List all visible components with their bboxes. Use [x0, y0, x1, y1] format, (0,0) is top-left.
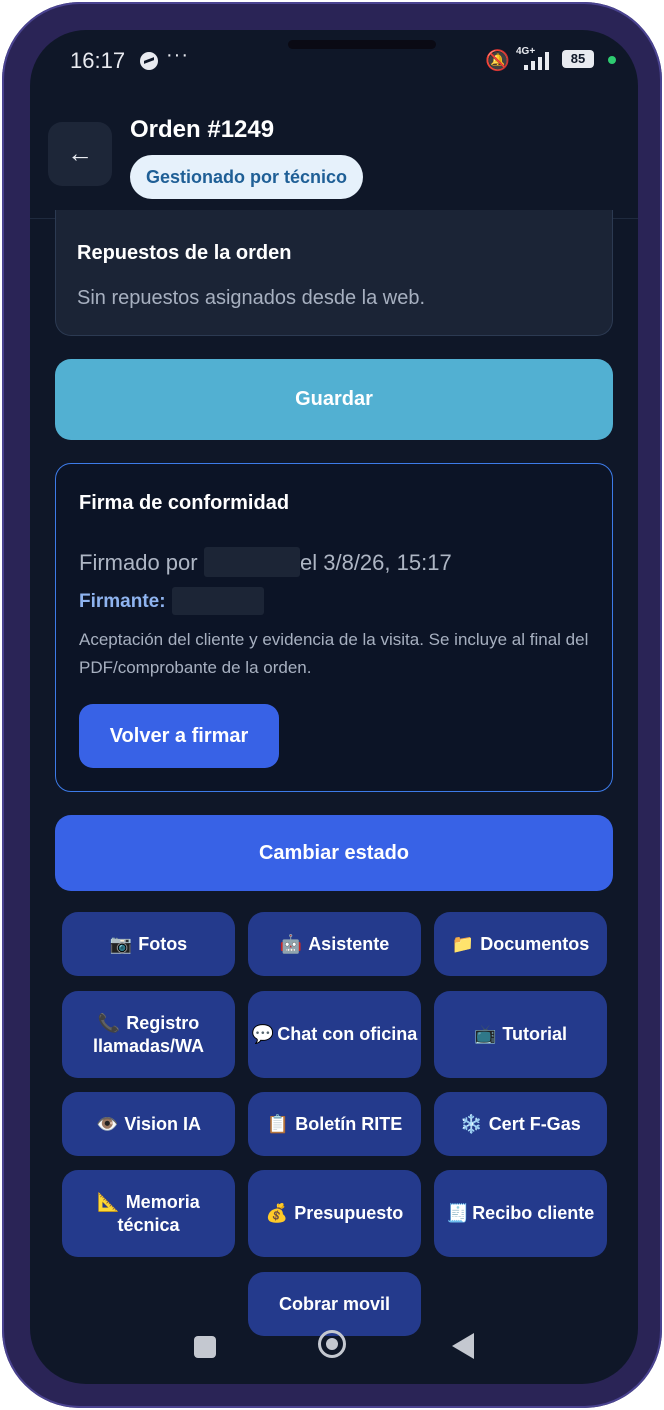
- robot-icon: 🤖: [279, 933, 303, 954]
- eye-icon: 👁️: [95, 1113, 119, 1134]
- status-badge: Gestionado por técnico: [130, 155, 364, 199]
- fgas-cert-button[interactable]: ❄️ Cert F-Gas: [434, 1092, 607, 1156]
- speech-bubble-icon: 💬: [251, 1024, 275, 1044]
- repuestos-card: Repuestos de la orden Sin repuestos asig…: [55, 210, 613, 336]
- home-nav-icon[interactable]: [318, 1330, 346, 1358]
- page-title: Orden #1249: [130, 116, 275, 143]
- recents-nav-icon[interactable]: [194, 1336, 216, 1358]
- signature-description: Aceptación del cliente y evidencia de la…: [79, 630, 589, 677]
- customer-receipt-button[interactable]: 🧾 Recibo cliente: [434, 1170, 607, 1257]
- photos-label: Fotos: [138, 933, 188, 954]
- privacy-indicator-icon: [608, 56, 616, 64]
- quote-label: Presupuesto: [294, 1203, 404, 1223]
- tutorial-button[interactable]: 📺 Tutorial: [434, 991, 607, 1078]
- tutorial-label: Tutorial: [502, 1024, 568, 1044]
- call-log-text: 📞 Registro llamadas/WA: [66, 1012, 231, 1058]
- phone-frame: 16:17 ··· 🔕 4G+ 85 ← Orden #1249 Gestion…: [2, 2, 662, 1408]
- rite-bulletin-button[interactable]: 📋 Boletín RITE: [248, 1092, 421, 1156]
- documents-label: Documentos: [480, 933, 590, 954]
- snowflake-icon: ❄️: [460, 1113, 483, 1134]
- office-chat-label: Chat con oficina: [277, 1024, 418, 1044]
- change-status-button[interactable]: Cambiar estado: [55, 815, 613, 891]
- signed-date: el 3/8/26, 15:17: [300, 550, 452, 575]
- clock: 16:17: [70, 48, 126, 73]
- quote-button[interactable]: 💰 Presupuesto: [248, 1170, 421, 1257]
- order-header: ← Orden #1249 Gestionado por técnico: [30, 100, 638, 219]
- rite-bulletin-label: Boletín RITE: [295, 1113, 403, 1134]
- fgas-cert-label: Cert F-Gas: [488, 1113, 581, 1134]
- repuestos-title: Repuestos de la orden: [77, 242, 292, 264]
- messenger-icon: [140, 52, 158, 70]
- save-button[interactable]: Guardar: [55, 359, 613, 440]
- phone-icon: 📞: [97, 1012, 121, 1033]
- mute-icon: 🔕: [485, 50, 510, 72]
- technical-report-text: 📐 Memoria técnica: [80, 1191, 217, 1237]
- repuestos-empty-text: Sin repuestos asignados desde la web.: [77, 287, 426, 309]
- vision-ai-button[interactable]: 👁️ Vision IA: [62, 1092, 235, 1156]
- status-bar: 16:17 ··· 🔕 4G+ 85: [30, 30, 638, 100]
- signal-icon: [520, 52, 554, 70]
- technical-report-label: Memoria técnica: [117, 1191, 200, 1235]
- assistant-button[interactable]: 🤖 Asistente: [248, 912, 421, 976]
- ruler-icon: 📐: [97, 1191, 120, 1212]
- signer-label: Firmante:: [79, 591, 166, 612]
- folder-icon: 📁: [451, 933, 475, 954]
- office-chat-button[interactable]: 💬 Chat con oficina: [248, 991, 421, 1078]
- mobile-payment-button[interactable]: Cobrar movil: [248, 1272, 421, 1336]
- call-log-button[interactable]: 📞 Registro llamadas/WA: [62, 991, 235, 1078]
- redacted-signer: [172, 587, 264, 615]
- assistant-label: Asistente: [308, 933, 390, 954]
- redacted-name: [204, 547, 300, 577]
- battery-icon: 85: [562, 50, 594, 68]
- technical-report-button[interactable]: 📐 Memoria técnica: [62, 1170, 235, 1257]
- screen: 16:17 ··· 🔕 4G+ 85 ← Orden #1249 Gestion…: [30, 30, 638, 1384]
- camera-icon: 📷: [109, 933, 133, 954]
- back-nav-icon[interactable]: [452, 1333, 474, 1359]
- back-button[interactable]: ←: [48, 122, 112, 186]
- signature-card: Firma de conformidad Firmado por el 3/8/…: [55, 463, 613, 792]
- receipt-icon: 🧾: [446, 1203, 470, 1223]
- customer-receipt-label: Recibo cliente: [472, 1203, 595, 1223]
- money-bag-icon: 💰: [265, 1203, 289, 1223]
- signature-title: Firma de conformidad: [79, 492, 290, 514]
- documents-button[interactable]: 📁 Documentos: [434, 912, 607, 976]
- more-notifications-icon: ···: [166, 44, 189, 66]
- resign-button[interactable]: Volver a firmar: [79, 704, 279, 768]
- photos-button[interactable]: 📷 Fotos: [62, 912, 235, 976]
- vision-ai-label: Vision IA: [124, 1113, 202, 1134]
- tv-icon: 📺: [473, 1024, 497, 1044]
- signed-by-label: Firmado por: [79, 550, 198, 575]
- clipboard-icon: 📋: [266, 1113, 290, 1134]
